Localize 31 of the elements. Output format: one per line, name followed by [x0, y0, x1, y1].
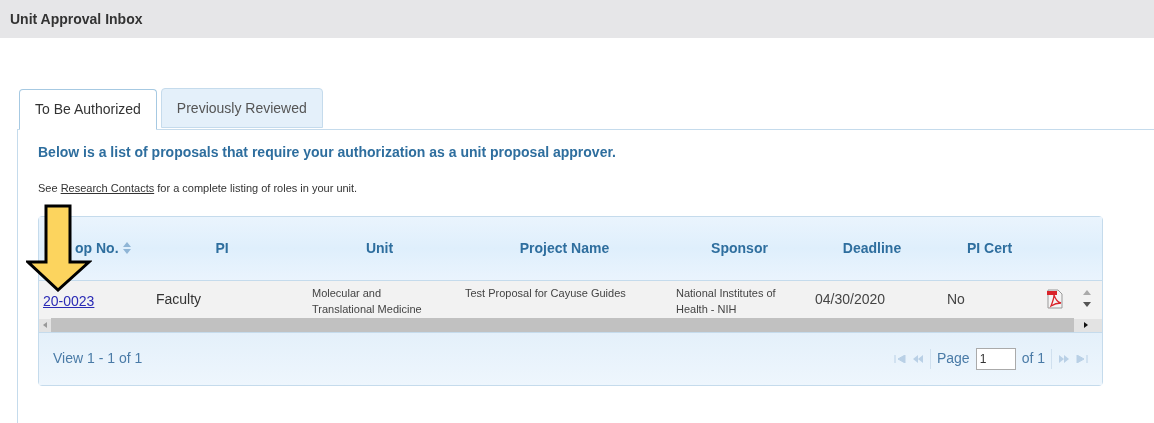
- table-cell-text: National Institutes of Health - NIH: [675, 285, 777, 317]
- table-cell-text: Faculty: [155, 289, 203, 309]
- table-cell-text: Test Proposal for Cayuse Guides: [464, 285, 627, 301]
- table-cell-text: No: [946, 289, 966, 309]
- window-title: Unit Approval Inbox: [0, 0, 1154, 38]
- column-header: PI: [215, 238, 229, 258]
- sort-icon[interactable]: [122, 242, 131, 254]
- column-header[interactable]: op No.: [75, 237, 119, 259]
- heading: Below is a list of proposals that require your authorization as a unit proposal approver.: [38, 143, 617, 162]
- tab[interactable]: Previously Reviewed: [160, 88, 323, 128]
- table-cell-text: 04/30/2020: [814, 289, 887, 309]
- record-count: View 1 - 1 of 1: [53, 349, 143, 368]
- table-cell-text: Molecular and Translational Medicine: [311, 285, 423, 317]
- note-text: See Research Contacts for a complete listing of roles in your unit.: [38, 181, 359, 196]
- horizontal-scrollbar[interactable]: [39, 318, 1102, 333]
- column-header: Sponsor: [711, 238, 768, 258]
- next-page-icon[interactable]: [1058, 354, 1070, 363]
- column-header: Unit: [365, 238, 394, 258]
- last-page-icon[interactable]: [1076, 354, 1088, 363]
- research-contacts-link[interactable]: Research Contacts: [60, 182, 155, 194]
- page-field[interactable]: 1: [975, 347, 1016, 370]
- page-label: Page: [936, 349, 970, 368]
- tab[interactable]: To Be Authorized: [19, 89, 157, 130]
- proposal-link[interactable]: 20-0023: [39, 284, 142, 312]
- pdf-icon[interactable]: [1046, 288, 1064, 309]
- page-count: of 1: [1021, 349, 1045, 368]
- previous-page-icon[interactable]: [911, 354, 924, 363]
- column-header: Project Name: [519, 238, 610, 258]
- first-page-icon[interactable]: [893, 354, 906, 363]
- column-header: PI Cert: [966, 238, 1013, 258]
- column-header: Deadline: [842, 238, 902, 258]
